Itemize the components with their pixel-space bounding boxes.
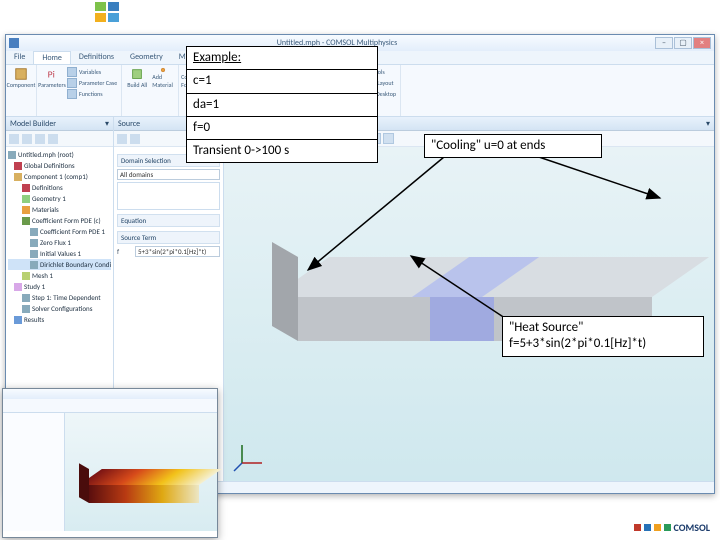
annotation-heat-line1: "Heat Source" bbox=[509, 320, 583, 335]
tab-definitions[interactable]: Definitions bbox=[71, 51, 122, 64]
model-tree-header: Model Builder▾ bbox=[6, 117, 113, 131]
section-equation[interactable]: Equation bbox=[117, 214, 220, 227]
ribbon-small-defs: Variables Parameter Case Functions bbox=[67, 67, 117, 114]
settings-body: Domain Selection All domains Equation So… bbox=[114, 147, 223, 262]
inset-tree[interactable] bbox=[3, 413, 65, 531]
settings-tool[interactable] bbox=[117, 134, 127, 144]
ribbon-group-geometry: Build All Add Material bbox=[122, 65, 179, 116]
selection-list[interactable] bbox=[117, 182, 220, 210]
axis-triad-icon bbox=[232, 437, 268, 473]
window-controls: – ▢ × bbox=[655, 37, 711, 49]
component-button[interactable]: Component bbox=[10, 67, 32, 89]
add-material-button[interactable]: Add Material bbox=[152, 67, 174, 89]
tree-item[interactable]: Geometry 1 bbox=[8, 193, 111, 204]
annotation-example-row: c=1 bbox=[187, 70, 377, 93]
tree-tool-2[interactable] bbox=[22, 134, 32, 144]
annotation-cooling-box: "Cooling" u=0 at ends bbox=[424, 134, 602, 158]
inset-graphics[interactable] bbox=[65, 413, 217, 531]
f-field[interactable]: 5+3*sin(2*pi*0.1[Hz]*t) bbox=[135, 246, 220, 257]
variables-button[interactable]: Variables bbox=[67, 67, 117, 77]
section-source-term[interactable]: Source Term bbox=[117, 231, 220, 244]
paramcase-button[interactable]: Parameter Case bbox=[67, 78, 117, 88]
tree-item[interactable]: Step 1: Time Dependent bbox=[8, 292, 111, 303]
selection-value[interactable]: All domains bbox=[117, 169, 220, 180]
tree-item[interactable]: Zero Flux 1 bbox=[8, 237, 111, 248]
tree-root[interactable]: Untitled.mph (root) bbox=[8, 149, 111, 160]
annotation-example-box: Example: c=1 da=1 f=0 Transient 0->100 s bbox=[186, 46, 378, 163]
tree-item[interactable]: Study 1 bbox=[8, 281, 111, 292]
slide-header bbox=[0, 0, 720, 30]
annotation-heat-box: "Heat Source" f=5+3*sin(2*pi*0.1[Hz]*t) bbox=[502, 316, 704, 357]
panel-menu-icon[interactable]: ▾ bbox=[706, 119, 710, 129]
annotation-example-header: Example: bbox=[187, 47, 377, 70]
tree-item[interactable]: Definitions bbox=[8, 182, 111, 193]
app-icon bbox=[9, 38, 19, 48]
ribbon-group-model: Component bbox=[6, 65, 37, 116]
svg-text:Pi: Pi bbox=[48, 69, 55, 81]
build-all-button[interactable]: Build All bbox=[126, 67, 148, 89]
inset-body bbox=[3, 413, 217, 531]
tab-home[interactable]: Home bbox=[33, 51, 71, 64]
tree-item[interactable]: Coefficient Form PDE 1 bbox=[8, 226, 111, 237]
footer-brand-text: COMSOL bbox=[674, 521, 710, 534]
tree-item[interactable]: Initial Values 1 bbox=[8, 248, 111, 259]
model-tree[interactable]: Untitled.mph (root) Global Definitions C… bbox=[6, 147, 113, 327]
brand-small-logo bbox=[95, 2, 123, 24]
inset-thermal-bar bbox=[79, 469, 199, 509]
bar-side-face bbox=[272, 242, 298, 341]
tree-tool-4[interactable] bbox=[48, 134, 58, 144]
footer-brand: COMSOL bbox=[634, 521, 710, 534]
annotation-example-row: da=1 bbox=[187, 94, 377, 117]
close-button[interactable]: × bbox=[693, 37, 711, 49]
annotation-example-row: Transient 0->100 s bbox=[187, 140, 377, 162]
panel-menu-icon[interactable]: ▾ bbox=[105, 119, 109, 129]
tree-item-selected[interactable]: Dirichlet Boundary Condition 1 bbox=[8, 259, 111, 270]
tree-item[interactable]: Component 1 (comp1) bbox=[8, 171, 111, 182]
inset-window bbox=[2, 388, 218, 538]
tree-item[interactable]: Global Definitions bbox=[8, 160, 111, 171]
tree-item[interactable]: Mesh 1 bbox=[8, 270, 111, 281]
inset-titlebar bbox=[3, 389, 217, 399]
tree-item[interactable]: Results bbox=[8, 314, 111, 325]
minimize-button[interactable]: – bbox=[655, 37, 673, 49]
f-label: f bbox=[117, 247, 135, 256]
tree-item[interactable]: Coefficient Form PDE (c) bbox=[8, 215, 111, 226]
annotation-heat-line2: f=5+3*sin(2*pi*0.1[Hz]*t) bbox=[509, 336, 646, 351]
annotation-example-row: f=0 bbox=[187, 117, 377, 140]
tree-tool-3[interactable] bbox=[35, 134, 45, 144]
tab-geometry[interactable]: Geometry bbox=[122, 51, 171, 64]
gfx-tool[interactable] bbox=[383, 133, 394, 144]
tab-file[interactable]: File bbox=[6, 51, 33, 64]
tree-tool-1[interactable] bbox=[9, 134, 19, 144]
ribbon-group-definitions: PiParameters Variables Parameter Case Fu… bbox=[37, 65, 122, 116]
tree-item[interactable]: Solver Configurations bbox=[8, 303, 111, 314]
maximize-button[interactable]: ▢ bbox=[674, 37, 692, 49]
parameters-button[interactable]: PiParameters bbox=[41, 67, 63, 89]
settings-tool[interactable] bbox=[130, 134, 140, 144]
inset-ribbon bbox=[3, 399, 217, 413]
arrow-cooling-right bbox=[520, 152, 670, 212]
functions-button[interactable]: Functions bbox=[67, 89, 117, 99]
model-tree-toolbar bbox=[6, 131, 113, 147]
tree-item[interactable]: Materials bbox=[8, 204, 111, 215]
